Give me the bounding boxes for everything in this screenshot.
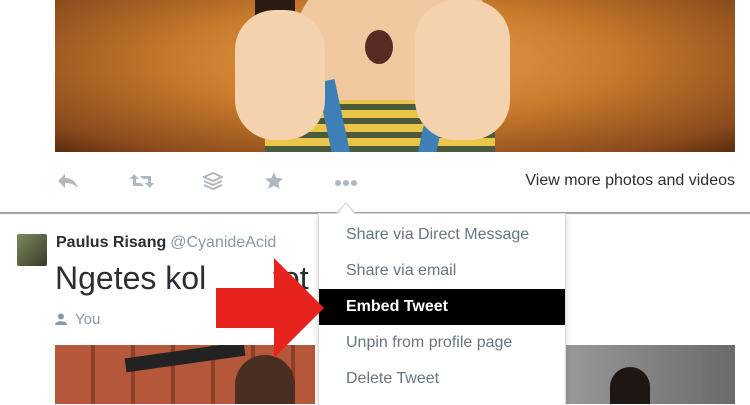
tweet-photo-right[interactable]	[560, 345, 735, 404]
photo-detail	[235, 10, 325, 140]
author-handle: @CyanideAcid	[170, 234, 277, 251]
tweet-text-start: Ngetes kol	[55, 260, 207, 296]
tweet-text: Ngetes kol fot	[55, 260, 309, 297]
more-actions-menu: Share via Direct Message Share via email…	[318, 213, 566, 405]
menu-item-share-dm[interactable]: Share via Direct Message	[319, 217, 565, 253]
menu-item-embed-tweet[interactable]: Embed Tweet	[319, 289, 565, 325]
menu-item-unpin[interactable]: Unpin from profile page	[319, 325, 565, 361]
tweet-photo-top[interactable]	[55, 0, 735, 152]
favorite-icon[interactable]	[264, 172, 284, 194]
photo-detail	[365, 30, 393, 64]
tweet-author[interactable]: Paulus Risang @CyanideAcid	[56, 234, 276, 252]
stack-icon[interactable]	[201, 171, 225, 194]
retweet-icon[interactable]	[129, 172, 155, 194]
view-more-photos-link[interactable]: View more photos and videos	[525, 172, 735, 190]
menu-item-share-email[interactable]: Share via email	[319, 253, 565, 289]
reply-icon[interactable]	[57, 172, 79, 194]
pinned-context: You	[55, 311, 100, 328]
avatar[interactable]	[17, 234, 47, 266]
dropdown-caret-inner	[338, 204, 354, 214]
more-icon[interactable]	[334, 172, 358, 194]
photo-detail	[235, 355, 295, 404]
red-arrow-icon	[216, 258, 324, 358]
author-fullname[interactable]: Paulus Risang	[56, 234, 166, 251]
menu-item-delete-tweet[interactable]: Delete Tweet	[319, 361, 565, 397]
context-label: You	[75, 311, 101, 328]
photo-detail	[610, 367, 650, 404]
tweet-action-bar: View more photos and videos	[55, 168, 735, 198]
user-icon	[55, 313, 67, 325]
photo-detail	[415, 0, 510, 140]
